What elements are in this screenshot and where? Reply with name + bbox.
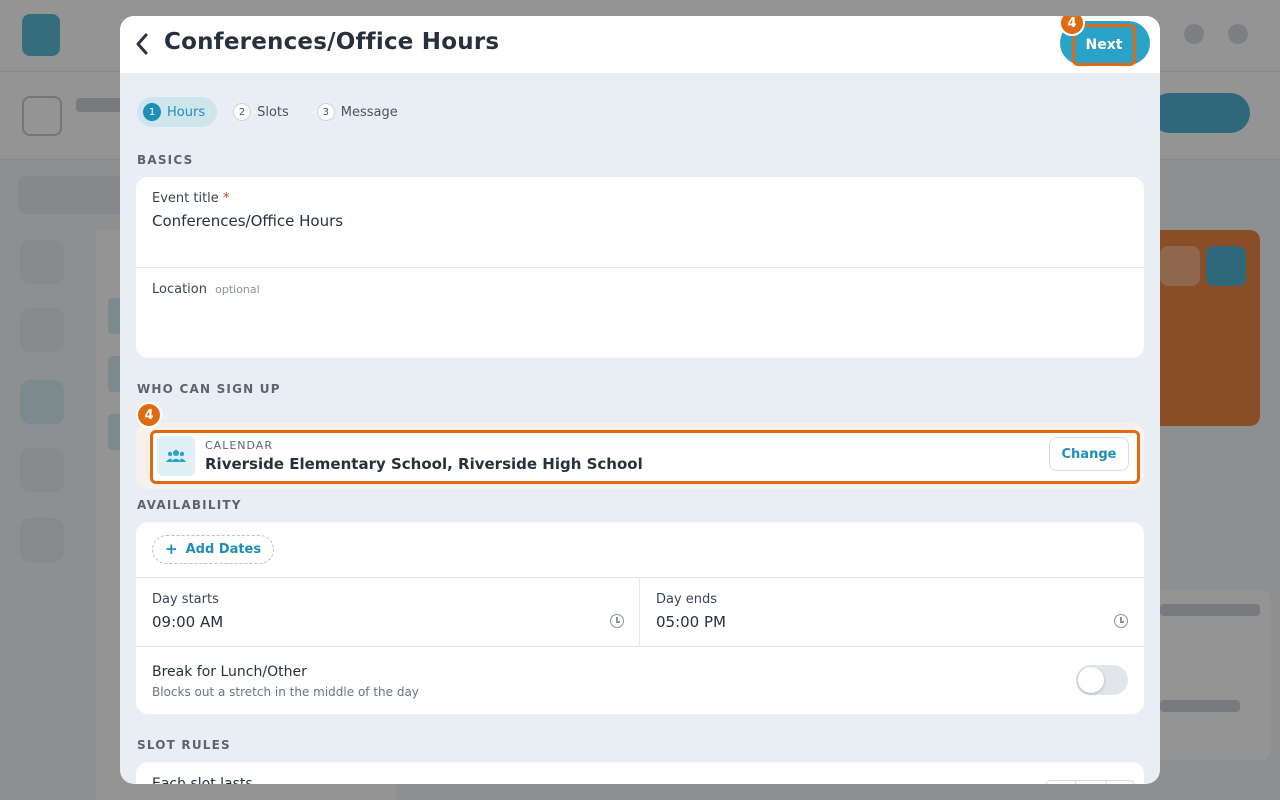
step-label: Hours bbox=[167, 104, 206, 120]
step-message[interactable]: 3 Message bbox=[311, 97, 410, 127]
calendar-kicker: CALENDAR bbox=[205, 439, 273, 452]
break-toggle[interactable] bbox=[1076, 665, 1128, 695]
stepper-divider bbox=[1075, 781, 1076, 784]
section-label-availability: AVAILABILITY bbox=[137, 498, 242, 512]
step-slots[interactable]: 2 Slots bbox=[227, 97, 301, 127]
callout-badge-calendar: 4 bbox=[136, 402, 162, 428]
toggle-knob bbox=[1078, 667, 1104, 693]
day-ends-field[interactable]: Day ends 05:00 PM bbox=[640, 578, 1144, 646]
day-starts-field[interactable]: Day starts 09:00 AM bbox=[136, 578, 640, 646]
clock-icon bbox=[1114, 614, 1128, 628]
add-dates-label: Add Dates bbox=[185, 542, 262, 557]
calendar-row[interactable]: CALENDAR Riverside Elementary School, Ri… bbox=[150, 430, 1140, 484]
location-label-text: Location bbox=[152, 282, 207, 297]
event-title-label-text: Event title bbox=[152, 191, 219, 206]
conference-modal: Conferences/Office Hours Next 4 1 Hours … bbox=[120, 16, 1160, 784]
step-hours[interactable]: 1 Hours bbox=[137, 97, 218, 127]
divider bbox=[136, 646, 1144, 647]
group-icon bbox=[157, 436, 195, 476]
section-label-slot-rules: SLOT RULES bbox=[137, 738, 231, 752]
location-label: Location optional bbox=[152, 282, 1128, 297]
slot-length-stepper[interactable] bbox=[1044, 780, 1136, 784]
required-mark: * bbox=[222, 191, 230, 206]
plus-icon: + bbox=[165, 540, 178, 558]
step-number: 3 bbox=[316, 103, 335, 121]
availability-card: + Add Dates Day starts 09:00 AM Day ends… bbox=[136, 522, 1144, 714]
step-number: 1 bbox=[143, 103, 161, 121]
basics-card: Event title * Conferences/Office Hours L… bbox=[136, 177, 1144, 358]
break-subtitle: Blocks out a stretch in the middle of th… bbox=[152, 685, 419, 699]
slot-length-label: Each slot lasts bbox=[152, 776, 253, 784]
section-label-basics: BASICS bbox=[137, 153, 194, 167]
optional-hint: optional bbox=[215, 283, 260, 296]
add-dates-button[interactable]: + Add Dates bbox=[152, 535, 275, 564]
event-title-field[interactable]: Event title * Conferences/Office Hours bbox=[152, 191, 1128, 261]
modal-header: Conferences/Office Hours Next 4 bbox=[120, 16, 1160, 73]
stepper-divider bbox=[1106, 781, 1107, 784]
event-title-label: Event title * bbox=[152, 191, 1128, 206]
day-starts-label: Day starts bbox=[152, 592, 219, 607]
modal-title: Conferences/Office Hours bbox=[164, 29, 500, 55]
day-starts-value: 09:00 AM bbox=[152, 613, 224, 631]
break-title: Break for Lunch/Other bbox=[152, 664, 307, 680]
step-number: 2 bbox=[233, 103, 252, 121]
slot-rules-card: Each slot lasts bbox=[136, 762, 1144, 784]
modal-body: 1 Hours 2 Slots 3 Message BASICS Event t… bbox=[120, 73, 1160, 784]
day-ends-value: 05:00 PM bbox=[656, 613, 726, 631]
location-field[interactable]: Location optional bbox=[152, 282, 1128, 348]
chevron-left-icon bbox=[136, 33, 148, 55]
section-label-who-can-sign-up: WHO CAN SIGN UP bbox=[137, 382, 281, 396]
event-title-input[interactable]: Conferences/Office Hours bbox=[152, 212, 1128, 230]
clock-icon bbox=[610, 614, 624, 628]
day-ends-label: Day ends bbox=[656, 592, 718, 607]
divider bbox=[136, 267, 1144, 268]
step-label: Slots bbox=[257, 104, 289, 120]
change-calendar-button[interactable]: Change bbox=[1049, 437, 1129, 471]
back-button[interactable] bbox=[130, 30, 154, 58]
stepper-tabs: 1 Hours 2 Slots 3 Message bbox=[137, 97, 410, 127]
calendar-value: Riverside Elementary School, Riverside H… bbox=[205, 455, 643, 473]
step-label: Message bbox=[340, 104, 398, 120]
